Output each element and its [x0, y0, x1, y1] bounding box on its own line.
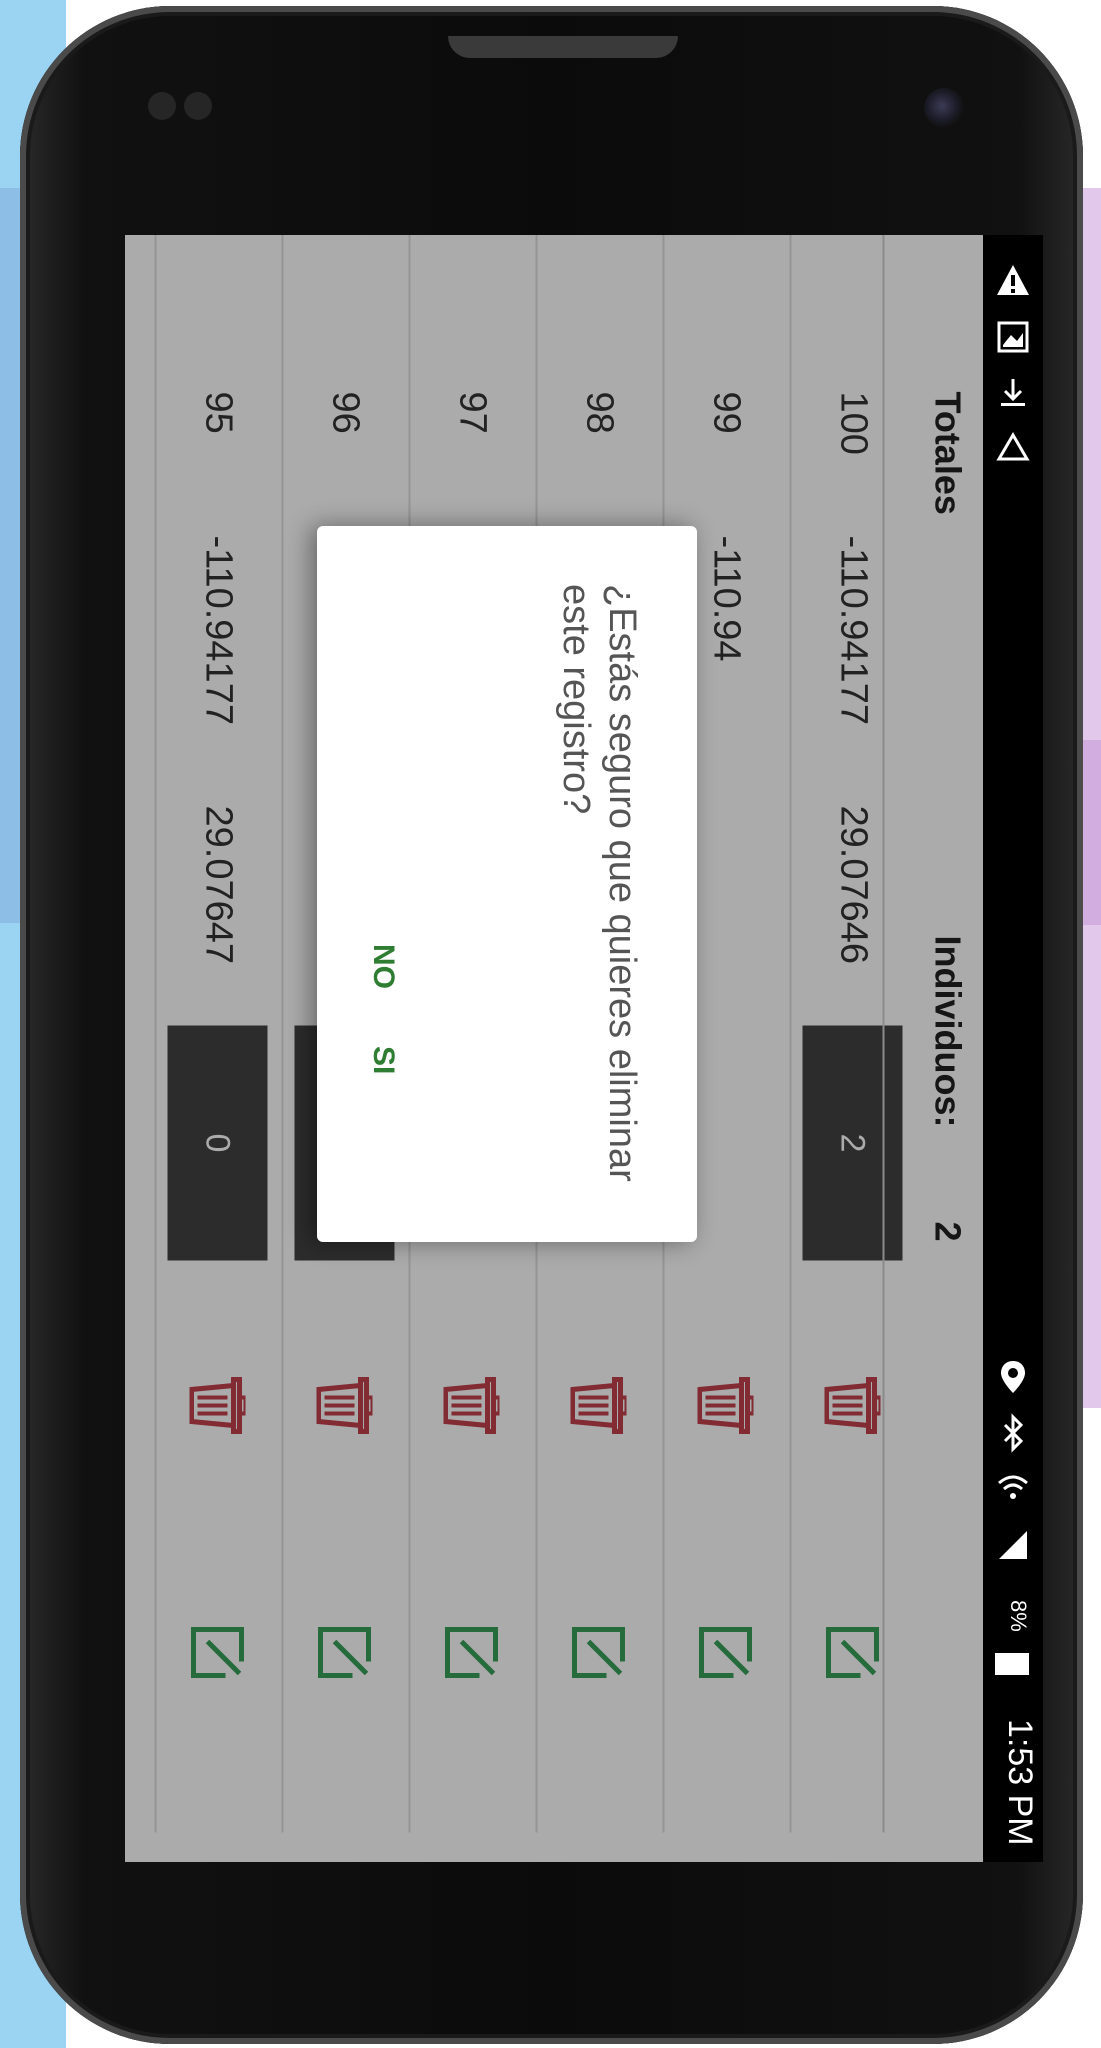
- si-button[interactable]: SI: [353, 1046, 413, 1074]
- signal-icon: [999, 1531, 1027, 1559]
- phone-frame: 95-110.9417729.07647096-110.9417729.0764…: [20, 6, 1083, 2044]
- wifi-icon: [998, 1475, 1028, 1499]
- phone-screen: 95-110.9417729.07647096-110.9417729.0764…: [125, 235, 1043, 1862]
- phone-speaker: [448, 36, 678, 58]
- battery-icon: [995, 1653, 1029, 1675]
- phone-camera: [924, 88, 964, 128]
- location-icon: [1001, 1361, 1025, 1393]
- image-icon: [997, 321, 1029, 353]
- warning-icon: [997, 265, 1029, 295]
- bluetooth-icon: [1003, 1413, 1024, 1453]
- phone-sensors: [148, 92, 212, 120]
- status-bar: 8% 1:53 PM: [983, 235, 1043, 1862]
- no-button[interactable]: NO: [353, 944, 413, 989]
- battery-percentage: 8%: [1006, 1600, 1031, 1632]
- status-time: 1:53 PM: [1001, 1719, 1039, 1846]
- dialog-actions: NO SI: [353, 526, 413, 1242]
- dialog-message: ¿Estás seguro que quieres eliminar este …: [555, 584, 643, 1182]
- confirm-delete-dialog: ¿Estás seguro que quieres eliminar este …: [317, 526, 697, 1242]
- download-icon: [1001, 379, 1025, 406]
- drive-icon: [996, 432, 1030, 461]
